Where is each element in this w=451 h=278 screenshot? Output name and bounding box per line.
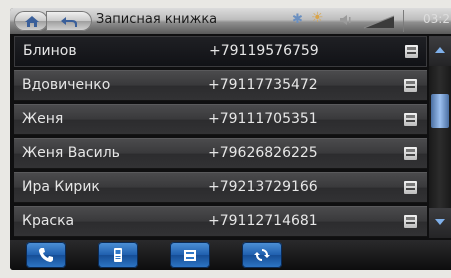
back-button[interactable] — [46, 11, 92, 31]
contact-name: Женя Василь — [22, 145, 120, 161]
screen: Записная книжка ✱ ☀ 03:2 Блинов +7911957… — [10, 8, 451, 270]
sms-icon — [184, 250, 196, 261]
scroll-down-button[interactable] — [429, 208, 451, 238]
header-bar: Записная книжка ✱ ☀ 03:2 — [10, 8, 451, 34]
sms-button[interactable] — [170, 242, 210, 268]
home-icon — [25, 16, 39, 27]
list-item[interactable]: Вдовиченко +79117735472 — [14, 70, 427, 101]
sms-icon[interactable] — [404, 79, 417, 92]
contact-phone: +79626826225 — [208, 145, 318, 161]
contact-name: Женя — [22, 111, 64, 127]
list-item[interactable]: Ира Кирик +79213729166 — [14, 172, 427, 203]
header-divider — [403, 10, 404, 32]
contact-phone: +79112714681 — [208, 213, 318, 229]
signal-icon — [363, 15, 395, 29]
contact-name: Краска — [22, 213, 75, 229]
bluetooth-icon: ✱ — [292, 12, 303, 27]
brightness-icon: ☀ — [311, 10, 324, 26]
phone-device-icon — [114, 248, 122, 262]
sms-icon[interactable] — [404, 215, 417, 228]
scroll-up-button[interactable] — [429, 36, 451, 66]
page-title: Записная книжка — [96, 12, 218, 27]
device-frame: Записная книжка ✱ ☀ 03:2 Блинов +7911957… — [0, 0, 451, 278]
contact-list: Блинов +79119576759 Вдовиченко +79117735… — [14, 36, 427, 238]
contact-name: Ира Кирик — [22, 179, 100, 195]
back-icon — [61, 17, 77, 27]
contact-phone: +79213729166 — [208, 179, 318, 195]
bottom-toolbar — [10, 240, 451, 270]
sms-icon[interactable] — [404, 181, 417, 194]
volume-icon — [340, 15, 351, 25]
sync-button[interactable] — [242, 242, 282, 268]
contact-name: Блинов — [23, 43, 77, 59]
list-item[interactable]: Женя Василь +79626826225 — [14, 138, 427, 169]
call-icon — [39, 248, 53, 262]
phone-device-button[interactable] — [98, 242, 138, 268]
sms-icon[interactable] — [405, 45, 418, 58]
home-button[interactable] — [14, 11, 48, 31]
scroll-thumb[interactable] — [431, 94, 449, 128]
list-item[interactable]: Краска +79112714681 — [14, 206, 427, 237]
list-item[interactable]: Женя +79111705351 — [14, 104, 427, 135]
list-item[interactable]: Блинов +79119576759 — [14, 36, 427, 67]
clock: 03:2 — [423, 12, 450, 26]
sync-icon — [254, 249, 270, 261]
scrollbar[interactable] — [429, 36, 451, 238]
contact-phone: +79111705351 — [208, 111, 318, 127]
call-button[interactable] — [26, 242, 66, 268]
contact-phone: +79119576759 — [209, 43, 319, 59]
contact-phone: +79117735472 — [208, 77, 318, 93]
contact-name: Вдовиченко — [22, 77, 111, 93]
sms-icon[interactable] — [404, 147, 417, 160]
arrow-up-icon — [435, 47, 445, 53]
sms-icon[interactable] — [404, 113, 417, 126]
arrow-down-icon — [435, 219, 445, 225]
